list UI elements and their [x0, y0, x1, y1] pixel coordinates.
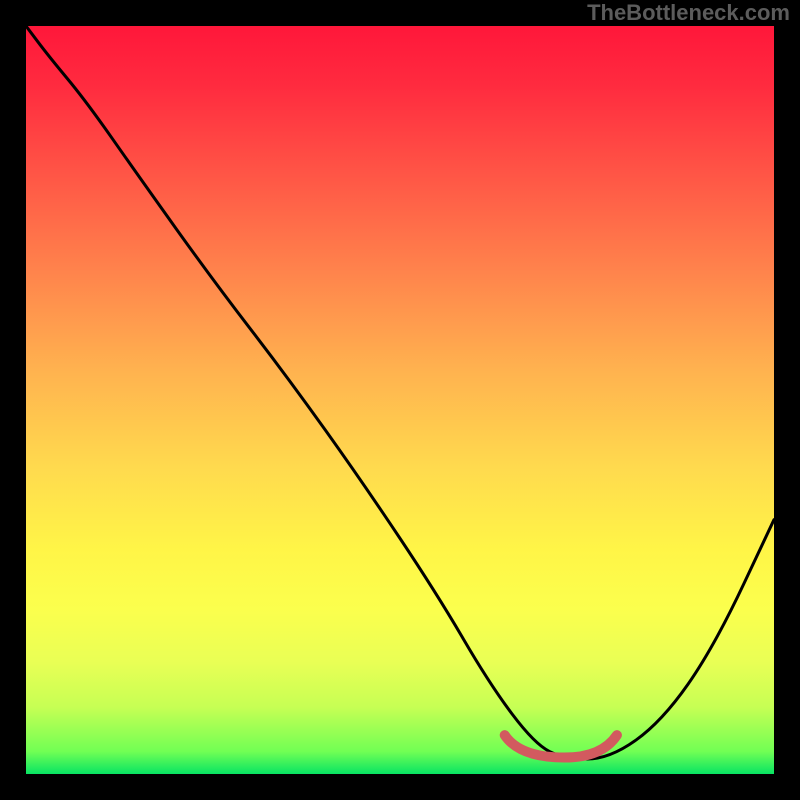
optimal-range-marker — [505, 735, 617, 757]
chart-frame: TheBottleneck.com — [0, 0, 800, 800]
watermark-label: TheBottleneck.com — [587, 0, 790, 26]
bottleneck-curve — [26, 26, 774, 774]
chart-plot-area — [26, 26, 774, 774]
curve-path — [26, 26, 774, 759]
